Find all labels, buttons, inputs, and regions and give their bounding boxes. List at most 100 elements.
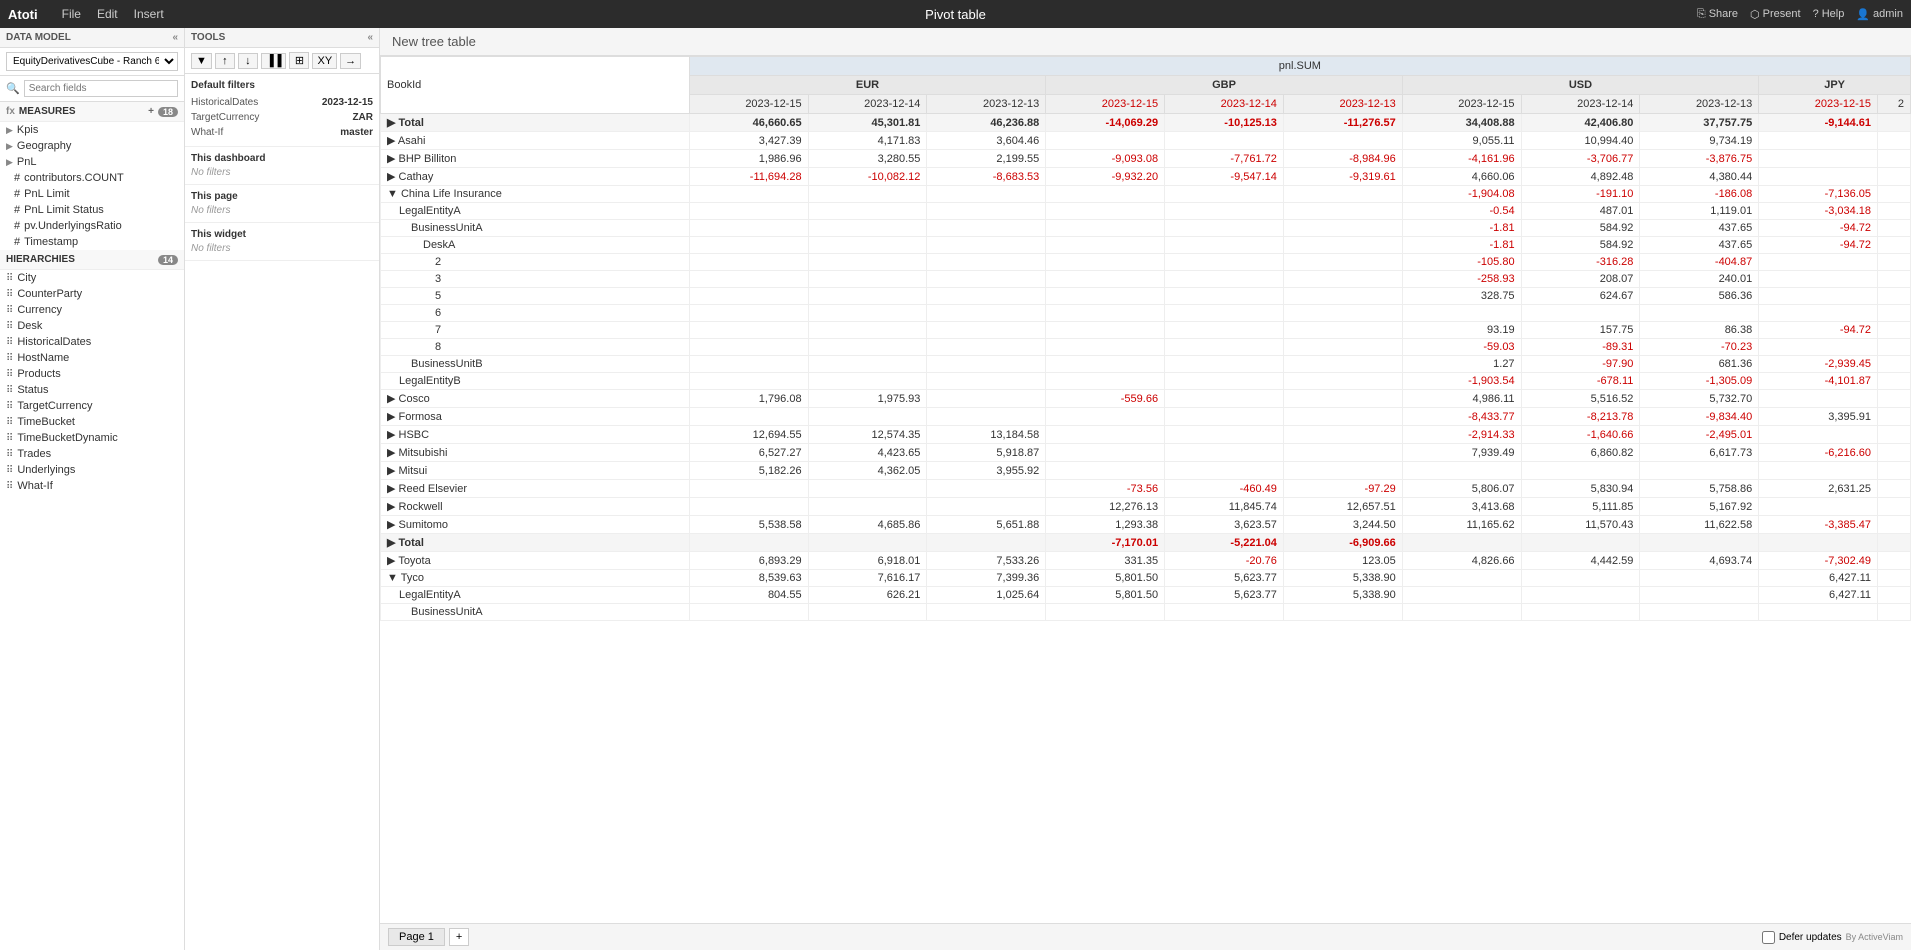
row-label-12[interactable]: 7	[381, 322, 690, 339]
cell-eur-13-0	[689, 339, 808, 356]
row-label-13[interactable]: 8	[381, 339, 690, 356]
present-btn[interactable]: ⬡ Present	[1750, 8, 1801, 21]
measure-pnl-limit-status[interactable]: #PnL Limit Status	[0, 202, 184, 218]
cell-eur-13-1	[808, 339, 927, 356]
hier-products[interactable]: ⠿Products	[0, 366, 184, 382]
row-label-22[interactable]: ▶ Rockwell	[381, 498, 690, 516]
measure-contributors[interactable]: #contributors.COUNT	[0, 170, 184, 186]
arrow-right-btn[interactable]: →	[340, 53, 361, 69]
row-label-2[interactable]: ▶ BHP Billiton	[381, 150, 690, 168]
hierarchies-list: ⠿City ⠿CounterParty ⠿Currency ⠿Desk ⠿His…	[0, 270, 184, 494]
row-label-24[interactable]: ▶ Total	[381, 534, 690, 552]
measure-pnl[interactable]: ▶PnL	[0, 154, 184, 170]
hier-currency[interactable]: ⠿Currency	[0, 302, 184, 318]
row-label-15[interactable]: LegalEntityB	[381, 373, 690, 390]
cell-eur-14-0	[689, 356, 808, 373]
cell-eur-12-1	[808, 322, 927, 339]
cell-gbp-28-2	[1283, 604, 1402, 621]
measure-geography[interactable]: ▶Geography	[0, 138, 184, 154]
cell-eur-8-0	[689, 254, 808, 271]
row-label-27[interactable]: LegalEntityA	[381, 587, 690, 604]
page-1-tab[interactable]: Page 1	[388, 928, 445, 946]
cell-jpy-18-1	[1878, 426, 1911, 444]
row-label-28[interactable]: BusinessUnitA	[381, 604, 690, 621]
main-layout: DATA MODEL « EquityDerivativesCube - Ran…	[0, 28, 1911, 950]
grid-btn[interactable]: ⊞	[289, 52, 309, 69]
row-label-21[interactable]: ▶ Reed Elsevier	[381, 480, 690, 498]
xy-btn[interactable]: XY	[312, 53, 337, 69]
add-measure-btn[interactable]: +	[148, 106, 154, 117]
hier-city[interactable]: ⠿City	[0, 270, 184, 286]
content-header: New tree table	[380, 28, 1911, 56]
hier-counterparty[interactable]: ⠿CounterParty	[0, 286, 184, 302]
menu-edit[interactable]: Edit	[97, 7, 118, 21]
cell-gbp-27-2: 5,338.90	[1283, 587, 1402, 604]
share-btn[interactable]: ⎘ Share	[1697, 8, 1738, 21]
cell-gbp-16-1	[1165, 390, 1284, 408]
measure-timestamp[interactable]: #Timestamp	[0, 234, 184, 250]
measure-kpis[interactable]: ▶Kpis	[0, 122, 184, 138]
page-title: Pivot table	[925, 7, 986, 22]
search-fields-input[interactable]	[24, 80, 178, 97]
hier-time-bucket-dynamic[interactable]: ⠿TimeBucketDynamic	[0, 430, 184, 446]
row-label-0[interactable]: ▶ Total	[381, 114, 690, 132]
hier-what-if[interactable]: ⠿What-If	[0, 478, 184, 494]
hier-target-currency[interactable]: ⠿TargetCurrency	[0, 398, 184, 414]
chart-btn[interactable]: ▐▐	[261, 53, 287, 69]
hier-hostname[interactable]: ⠿HostName	[0, 350, 184, 366]
row-label-7[interactable]: DeskA	[381, 237, 690, 254]
row-label-9[interactable]: 3	[381, 271, 690, 288]
row-label-20[interactable]: ▶ Mitsui	[381, 462, 690, 480]
cell-gbp-15-2	[1283, 373, 1402, 390]
row-label-19[interactable]: ▶ Mitsubishi	[381, 444, 690, 462]
row-label-23[interactable]: ▶ Sumitomo	[381, 516, 690, 534]
hier-desk[interactable]: ⠿Desk	[0, 318, 184, 334]
menu-insert[interactable]: Insert	[134, 7, 164, 21]
filter-btn[interactable]: ▼	[191, 53, 212, 69]
row-label-5[interactable]: LegalEntityA	[381, 203, 690, 220]
row-label-1[interactable]: ▶ Asahi	[381, 132, 690, 150]
add-page-btn[interactable]: +	[449, 928, 469, 946]
menu-file[interactable]: File	[62, 7, 81, 21]
measure-pnl-limit[interactable]: #PnL Limit	[0, 186, 184, 202]
row-label-17[interactable]: ▶ Formosa	[381, 408, 690, 426]
cell-usd-3-2: 4,380.44	[1640, 168, 1759, 186]
sort-desc-btn[interactable]: ↓	[238, 53, 258, 69]
row-label-3[interactable]: ▶ Cathay	[381, 168, 690, 186]
cell-jpy-22-0	[1759, 498, 1878, 516]
cell-jpy-19-0: -6,216.60	[1759, 444, 1878, 462]
hier-historical-dates[interactable]: ⠿HistoricalDates	[0, 334, 184, 350]
row-label-4[interactable]: ▼ China Life Insurance	[381, 186, 690, 203]
collapse-tools-btn[interactable]: «	[367, 32, 373, 43]
eur-d3: 2023-12-13	[927, 95, 1046, 114]
admin-btn[interactable]: 👤 admin	[1856, 8, 1903, 21]
pivot-table-container[interactable]: BookId pnl.SUM EUR GBP USD JPY 2023-12-1…	[380, 56, 1911, 923]
row-label-18[interactable]: ▶ HSBC	[381, 426, 690, 444]
row-label-26[interactable]: ▼ Tyco	[381, 570, 690, 587]
sort-asc-btn[interactable]: ↑	[215, 53, 235, 69]
model-select[interactable]: EquityDerivativesCube - Ranch 6.0	[6, 52, 178, 71]
row-label-25[interactable]: ▶ Toyota	[381, 552, 690, 570]
hier-status[interactable]: ⠿Status	[0, 382, 184, 398]
cell-gbp-11-0	[1046, 305, 1165, 322]
hier-trades[interactable]: ⠿Trades	[0, 446, 184, 462]
row-label-14[interactable]: BusinessUnitB	[381, 356, 690, 373]
row-label-11[interactable]: 6	[381, 305, 690, 322]
cell-jpy-7-1	[1878, 237, 1911, 254]
cell-eur-2-1: 3,280.55	[808, 150, 927, 168]
collapse-left-btn[interactable]: «	[172, 32, 178, 43]
defer-updates-checkbox[interactable]	[1762, 931, 1775, 944]
row-label-10[interactable]: 5	[381, 288, 690, 305]
help-btn[interactable]: ? Help	[1813, 8, 1845, 20]
row-label-6[interactable]: BusinessUnitA	[381, 220, 690, 237]
cell-usd-24-2	[1640, 534, 1759, 552]
cell-usd-7-2: 437.65	[1640, 237, 1759, 254]
col-usd: USD	[1402, 76, 1758, 95]
row-label-16[interactable]: ▶ Cosco	[381, 390, 690, 408]
hier-underlyings[interactable]: ⠿Underlyings	[0, 462, 184, 478]
cell-eur-15-0	[689, 373, 808, 390]
filter-value-historical: 2023-12-15	[322, 97, 373, 108]
measure-pv-underlyings[interactable]: #pv.UnderlyingsRatio	[0, 218, 184, 234]
hier-time-bucket[interactable]: ⠿TimeBucket	[0, 414, 184, 430]
row-label-8[interactable]: 2	[381, 254, 690, 271]
